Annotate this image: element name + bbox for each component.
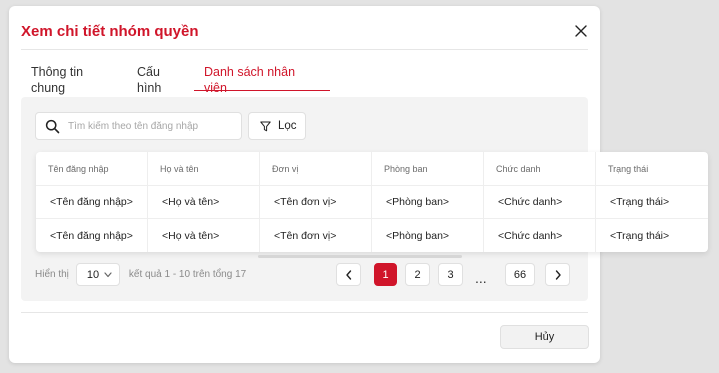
prev-page-button[interactable] [336,263,361,286]
cell-department: <Phòng ban> [372,219,484,252]
filter-button[interactable]: Lọc [248,112,306,140]
cancel-button[interactable]: Hủy [500,325,589,349]
page-button-3[interactable]: 3 [438,263,463,286]
table-row[interactable]: <Tên đăng nhập> <Họ và tên> <Tên đơn vị>… [36,186,708,219]
next-page-button[interactable] [545,263,570,286]
column-header-job-title[interactable]: Chức danh [484,152,596,185]
table-row[interactable]: <Tên đăng nhập> <Họ và tên> <Tên đơn vị>… [36,219,708,252]
cell-job-title: <Chức danh> [484,219,596,252]
modal-title: Xem chi tiết nhóm quyền [21,23,199,40]
header-divider [21,49,588,50]
page-size-value: 10 [86,268,100,281]
tab-general-info[interactable]: Thông tin chung [21,64,126,95]
close-button[interactable] [572,22,590,40]
cell-full-name: <Họ và tên> [148,219,260,252]
cell-status: <Trạng thái> [610,196,670,208]
horizontal-scrollbar[interactable] [258,255,462,258]
tab-employee-list[interactable]: Danh sách nhân viên [194,64,330,95]
pagination-ellipsis: ... [475,270,487,286]
page-button-66[interactable]: 66 [505,263,535,286]
employee-table: Tên đăng nhập Họ và tên Đơn vị Phòng ban… [36,152,708,252]
page-size-select[interactable]: 10 [75,263,120,286]
chevron-left-icon [345,269,351,280]
search-box [35,112,242,140]
column-header-full-name[interactable]: Họ và tên [148,152,260,185]
filter-label: Lọc [278,120,297,132]
page-size-area: Hiển thị 10 kết quả 1 - 10 trên tổng 17 [35,263,246,286]
page-button-1[interactable]: 1 [374,263,397,286]
cell-username: <Tên đăng nhập> [36,186,148,218]
page-button-2[interactable]: 2 [405,263,430,286]
column-header-username[interactable]: Tên đăng nhập [36,152,148,185]
filter-icon [260,121,271,132]
column-header-department[interactable]: Phòng ban [372,152,484,185]
result-range-text: kết quả 1 - 10 trên tổng 17 [128,269,247,280]
cell-department: <Phòng ban> [372,186,484,218]
cell-unit: <Tên đơn vị> [260,219,372,252]
cell-username: <Tên đăng nhập> [36,219,148,252]
show-label: Hiển thị [35,269,69,280]
search-icon [45,119,60,134]
close-icon [575,25,587,37]
cell-job-title: <Chức danh> [484,186,596,218]
cell-status: <Trạng thái> [610,229,670,242]
search-input[interactable] [68,118,233,135]
tab-configuration[interactable]: Cấu hình [127,64,197,95]
table-header-row: Tên đăng nhập Họ và tên Đơn vị Phòng ban… [36,152,708,186]
cell-unit: <Tên đơn vị> [260,186,372,218]
chevron-down-icon [104,272,112,278]
column-header-unit[interactable]: Đơn vị [260,152,372,185]
chevron-right-icon [555,269,561,280]
cell-full-name: <Họ và tên> [148,186,260,218]
column-header-status[interactable]: Trạng thái [596,152,708,185]
